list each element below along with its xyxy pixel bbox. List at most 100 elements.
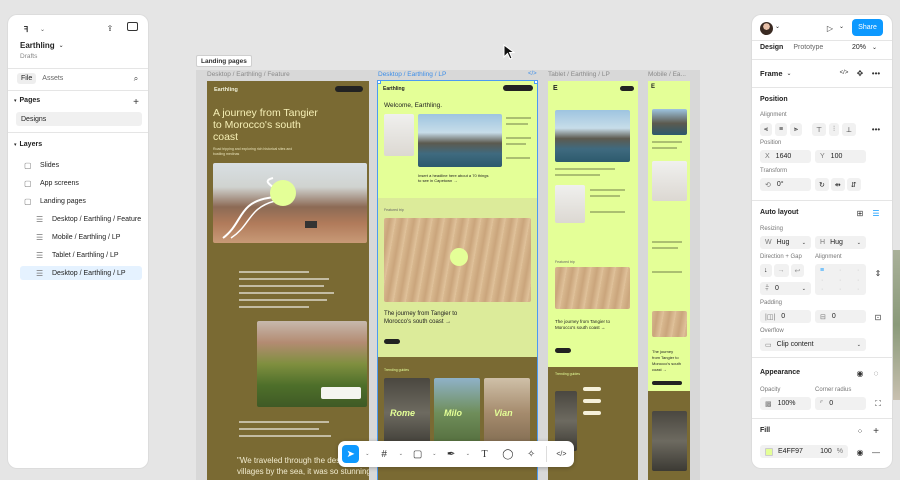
shape-tool-icon[interactable]: ▢ (409, 445, 426, 463)
frame-label-desktop-lp[interactable]: Desktop / Earthling / LP (378, 71, 446, 78)
align-top-icon[interactable]: ⊤ (812, 123, 827, 136)
blend-mode-icon[interactable]: ◌ (870, 367, 882, 379)
fill-visibility-eye-icon[interactable]: ◉ (854, 446, 866, 458)
frame-type-label[interactable]: Frame (760, 69, 783, 78)
layer-desktop-lp[interactable]: ☰ Desktop / Earthling / LP (20, 266, 142, 280)
independent-corners-icon[interactable]: ⛶ (872, 398, 884, 410)
auto-layout-grid-icon[interactable]: ⊞ (854, 207, 866, 219)
selection-handle-tl[interactable] (378, 81, 381, 84)
code-brackets-icon[interactable]: </> (838, 67, 850, 79)
direction-wrap-icon[interactable]: ↩ (790, 264, 805, 277)
add-fill-icon[interactable]: + (870, 425, 882, 437)
padding-horizontal-input[interactable]: |◫| 0 (760, 310, 811, 323)
fill-swatch[interactable] (765, 447, 773, 456)
auto-layout-toggle-icon[interactable]: ☰ (870, 207, 882, 219)
frame-tool-chevron-icon[interactable]: ⌄ (399, 451, 403, 457)
move-tool-chevron-icon[interactable]: ⌄ (365, 451, 369, 457)
tab-prototype[interactable]: Prototype (793, 44, 823, 51)
figma-menu-icon[interactable]: ꟻ (20, 23, 32, 35)
text-tool-icon[interactable]: T (476, 445, 493, 463)
pages-header[interactable]: Pages (20, 97, 41, 104)
pen-tool-icon[interactable]: ✒ (442, 445, 459, 463)
rotate-90-icon[interactable]: ↻ (815, 178, 829, 191)
search-icon[interactable]: ⌕ (130, 73, 142, 85)
direction-horizontal-icon[interactable]: → (773, 264, 789, 277)
layer-desktop-feature[interactable]: ☰ Desktop / Earthling / Feature (30, 212, 142, 226)
actions-tool-icon[interactable]: ✧ (523, 445, 540, 463)
opacity-input[interactable]: ▩ 100% (760, 397, 811, 410)
frame-type-chevron-icon[interactable]: ⌄ (787, 70, 792, 77)
avatar-chevron-icon[interactable]: ⌄ (775, 23, 780, 30)
align-center-h-icon[interactable]: ≡ (774, 123, 788, 136)
zoom-chevron-icon[interactable]: ⌄ (872, 44, 877, 51)
layer-tablet-lp[interactable]: ☰ Tablet / Earthling / LP (30, 248, 142, 262)
component-icon[interactable]: ✥ (854, 67, 866, 79)
height-hug-select[interactable]: H Hug ⌄ (815, 236, 866, 249)
file-location[interactable]: Drafts (20, 53, 37, 60)
comment-tool-icon[interactable]: ◯ (499, 445, 516, 463)
y-position-input[interactable]: Y 100 (815, 150, 866, 163)
align-right-icon[interactable]: ⫸ (790, 123, 802, 136)
padding-vertical-input[interactable]: ⊟ 0 (815, 310, 866, 323)
pen-tool-chevron-icon[interactable]: ⌄ (466, 451, 470, 457)
file-name[interactable]: Earthling (20, 41, 55, 50)
frame-label-mobile-lp[interactable]: Mobile / Ea... (648, 71, 686, 78)
chevron-down-icon[interactable]: ⌄ (40, 26, 45, 33)
align-center-v-icon[interactable]: ⫶ (829, 123, 839, 136)
auto-layout-settings-icon[interactable]: ⇕ (872, 267, 884, 279)
present-icon[interactable]: ▷ (824, 22, 836, 34)
direction-vertical-icon[interactable]: ↓ (760, 264, 772, 277)
flip-horizontal-icon[interactable]: ⇹ (830, 178, 845, 191)
frame-label-feature[interactable]: Desktop / Earthling / Feature (207, 71, 290, 78)
fill-styles-icon[interactable]: ⁘ (854, 425, 866, 437)
avatar[interactable] (760, 22, 773, 35)
upload-icon[interactable]: ⇪ (104, 22, 116, 34)
layer-landing-pages[interactable]: ▢ Landing pages (18, 194, 142, 208)
move-tool-icon[interactable]: ➤ (342, 445, 360, 463)
layer-slides[interactable]: ▢ Slides (18, 158, 142, 172)
pages-collapse-icon[interactable]: ▾ (14, 98, 17, 104)
fill-color-input[interactable]: E4FF97 100 % (760, 445, 848, 458)
autolayout-frame-icon: ☰ (36, 214, 44, 224)
code-icon[interactable]: </> (528, 71, 537, 77)
layer-mobile-lp[interactable]: ☰ Mobile / Earthling / LP (30, 230, 142, 244)
frame-mobile-lp[interactable]: E The journey from Tangier to Morocco's … (648, 81, 690, 480)
layer-app-screens[interactable]: ▢ App screens (18, 176, 142, 190)
tab-assets[interactable]: Assets (42, 75, 63, 82)
corner-radius-input[interactable]: ⌜ 0 (815, 397, 866, 410)
tab-design[interactable]: Design (760, 44, 783, 51)
add-page-icon[interactable]: + (130, 96, 142, 108)
file-name-chevron-icon[interactable]: ⌄ (59, 42, 64, 49)
distribute-more-icon[interactable]: ••• (870, 123, 882, 135)
present-chevron-icon[interactable]: ⌄ (839, 23, 844, 30)
share-button[interactable]: Share (852, 19, 883, 36)
gap-input[interactable]: ⫩ 0 ⌄ (760, 282, 811, 295)
layers-collapse-icon[interactable]: ▾ (14, 142, 17, 148)
frame-tablet-lp[interactable]: E Featured trip The journey from Tangier… (548, 81, 638, 480)
sidebar-toggle-icon[interactable] (127, 22, 138, 31)
overflow-select[interactable]: ▭ Clip content ⌄ (760, 338, 866, 351)
section-label[interactable]: Landing pages (196, 55, 252, 67)
individual-padding-icon[interactable]: ⊡ (872, 311, 884, 323)
align-bottom-icon[interactable]: ⊥ (841, 123, 856, 136)
frame-desktop-lp[interactable]: Earthling Welcome, Earthling. Insert a h… (377, 80, 538, 480)
page-item-designs[interactable]: Designs (16, 112, 142, 126)
frame-tool-icon[interactable]: # (375, 445, 392, 463)
remove-fill-icon[interactable]: — (870, 446, 882, 458)
align-left-icon[interactable]: ⫷ (760, 123, 772, 136)
zoom-level[interactable]: 20% (852, 44, 866, 51)
tab-file[interactable]: File (17, 73, 37, 84)
selection-handle-tr[interactable] (534, 81, 537, 84)
visibility-eye-icon[interactable]: ◉ (854, 367, 866, 379)
frame-label-tablet-lp[interactable]: Tablet / Earthling / LP (548, 71, 610, 78)
layers-header[interactable]: Layers (20, 141, 43, 148)
x-position-input[interactable]: X 1640 (760, 150, 811, 163)
width-hug-select[interactable]: W Hug ⌄ (760, 236, 811, 249)
flip-vertical-icon[interactable]: ⇵ (846, 178, 861, 191)
shape-tool-chevron-icon[interactable]: ⌄ (432, 451, 436, 457)
dev-mode-icon[interactable]: </> (553, 445, 570, 463)
alignment-grid[interactable]: ≡ · · · · · · · · (815, 264, 866, 295)
more-options-icon[interactable]: ••• (870, 67, 882, 79)
rotation-input[interactable]: ⟲ 0° (760, 178, 811, 191)
frame-desktop-feature[interactable]: Earthling A journey from Tangier to Moro… (207, 81, 369, 480)
